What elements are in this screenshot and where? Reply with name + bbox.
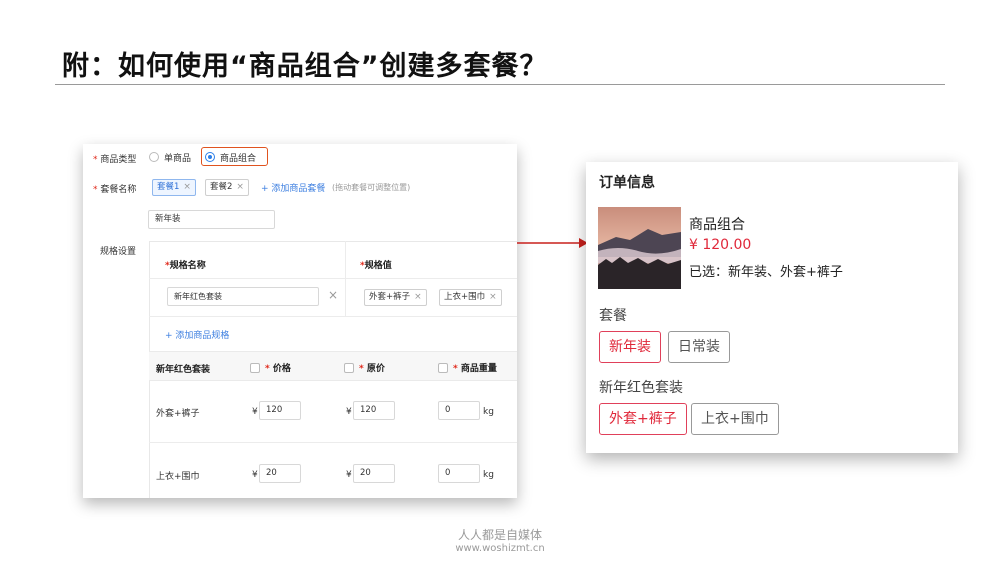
package-option-new-year[interactable]: 新年装 — [599, 331, 661, 363]
spec-value-tag-2[interactable]: 上衣+围巾 × — [439, 289, 502, 306]
col-header-spec: 新年红色套装 — [156, 365, 211, 375]
spec-value-tag-1[interactable]: 外套+裤子 × — [364, 289, 427, 306]
weight-input[interactable]: 0 — [438, 401, 480, 420]
price-input[interactable]: 20 — [259, 464, 301, 483]
arrow-right-icon — [517, 238, 588, 248]
row-spec-name: 外套+裤子 — [156, 409, 200, 419]
slide-title: 附：如何使用“商品组合”创建多套餐？ — [62, 51, 548, 82]
divider — [149, 278, 517, 279]
spec-value-tag-1-label: 外套+裤子 — [369, 292, 411, 302]
selected-summary: 已选：新年装、外套+裤子 — [689, 265, 843, 280]
product-name: 商品组合 — [689, 217, 745, 233]
weight-select-all-checkbox[interactable] — [438, 363, 448, 373]
close-icon[interactable]: × — [183, 182, 191, 192]
highlight-combo-option — [201, 147, 268, 166]
title-divider — [55, 84, 945, 85]
add-package-hint: (拖动套餐可调整位置) — [332, 183, 411, 192]
close-icon[interactable]: × — [414, 292, 422, 302]
divider — [345, 241, 346, 316]
weight-input[interactable]: 0 — [438, 464, 480, 483]
package-tag-2-label: 套餐2 — [210, 182, 233, 192]
weight-unit: kg — [483, 407, 494, 417]
radio-single-product-label: 单商品 — [164, 154, 192, 164]
orig-select-all-checkbox[interactable] — [344, 363, 354, 373]
spec-name-input[interactable]: 新年红色套装 — [167, 287, 319, 306]
col-header-price: * 价格 — [265, 364, 291, 374]
radio-single-product[interactable] — [149, 152, 159, 162]
row-spec-name: 上衣+围巾 — [156, 472, 200, 482]
order-info-card: 订单信息 商品组合 ¥ 120.00 已选：新年装、外套+裤子 套餐 新年装 日… — [586, 162, 958, 453]
spec-section-label: 新年红色套装 — [599, 380, 683, 396]
spec-option-top-scarf[interactable]: 上衣+围巾 — [691, 403, 779, 435]
add-package-link[interactable]: + 添加商品套餐 — [261, 181, 325, 194]
package-option-daily[interactable]: 日常装 — [668, 331, 730, 363]
orig-price-input[interactable]: 20 — [353, 464, 395, 483]
footer-url: www.woshizmt.cn — [455, 543, 545, 554]
package-tag-1-label: 套餐1 — [157, 182, 180, 192]
package-tag-2[interactable]: 套餐2 × — [205, 179, 249, 196]
col-header-weight: * 商品重量 — [453, 364, 497, 374]
col-header-orig-price: * 原价 — [359, 364, 385, 374]
spec-value-header: *规格值 — [360, 261, 392, 271]
add-spec-link[interactable]: + 添加商品规格 — [165, 328, 229, 341]
spec-settings-label: 规格设置 — [100, 247, 137, 257]
product-thumbnail — [598, 207, 681, 289]
currency-symbol: ¥ — [346, 470, 352, 480]
close-icon[interactable]: × — [236, 182, 244, 192]
package-name-label: * 套餐名称 — [93, 185, 137, 195]
product-form-panel: * 商品类型 单商品 商品组合 * 套餐名称 套餐1 × 套餐2 × + 添加商品套… — [83, 144, 517, 498]
currency-symbol: ¥ — [252, 470, 258, 480]
footer-brand: 人人都是自媒体 — [457, 528, 542, 542]
orig-price-input[interactable]: 120 — [353, 401, 395, 420]
package-name-input[interactable]: 新年装 — [148, 210, 275, 229]
order-card-title: 订单信息 — [599, 175, 655, 191]
divider — [149, 442, 517, 443]
close-icon[interactable]: × — [328, 288, 338, 302]
price-select-all-checkbox[interactable] — [250, 363, 260, 373]
price-input[interactable]: 120 — [259, 401, 301, 420]
spec-value-tag-2-label: 上衣+围巾 — [444, 292, 486, 302]
currency-symbol: ¥ — [252, 407, 258, 417]
weight-unit: kg — [483, 470, 494, 480]
divider — [149, 316, 517, 317]
spec-option-coat-pants[interactable]: 外套+裤子 — [599, 403, 687, 435]
spec-name-header: *规格名称 — [165, 261, 206, 271]
landscape-image — [598, 207, 681, 289]
product-type-label: * 商品类型 — [93, 155, 137, 165]
package-tag-1[interactable]: 套餐1 × — [152, 179, 196, 196]
product-price: ¥ 120.00 — [689, 237, 752, 253]
currency-symbol: ¥ — [346, 407, 352, 417]
package-section-label: 套餐 — [599, 308, 627, 324]
close-icon[interactable]: × — [489, 292, 497, 302]
